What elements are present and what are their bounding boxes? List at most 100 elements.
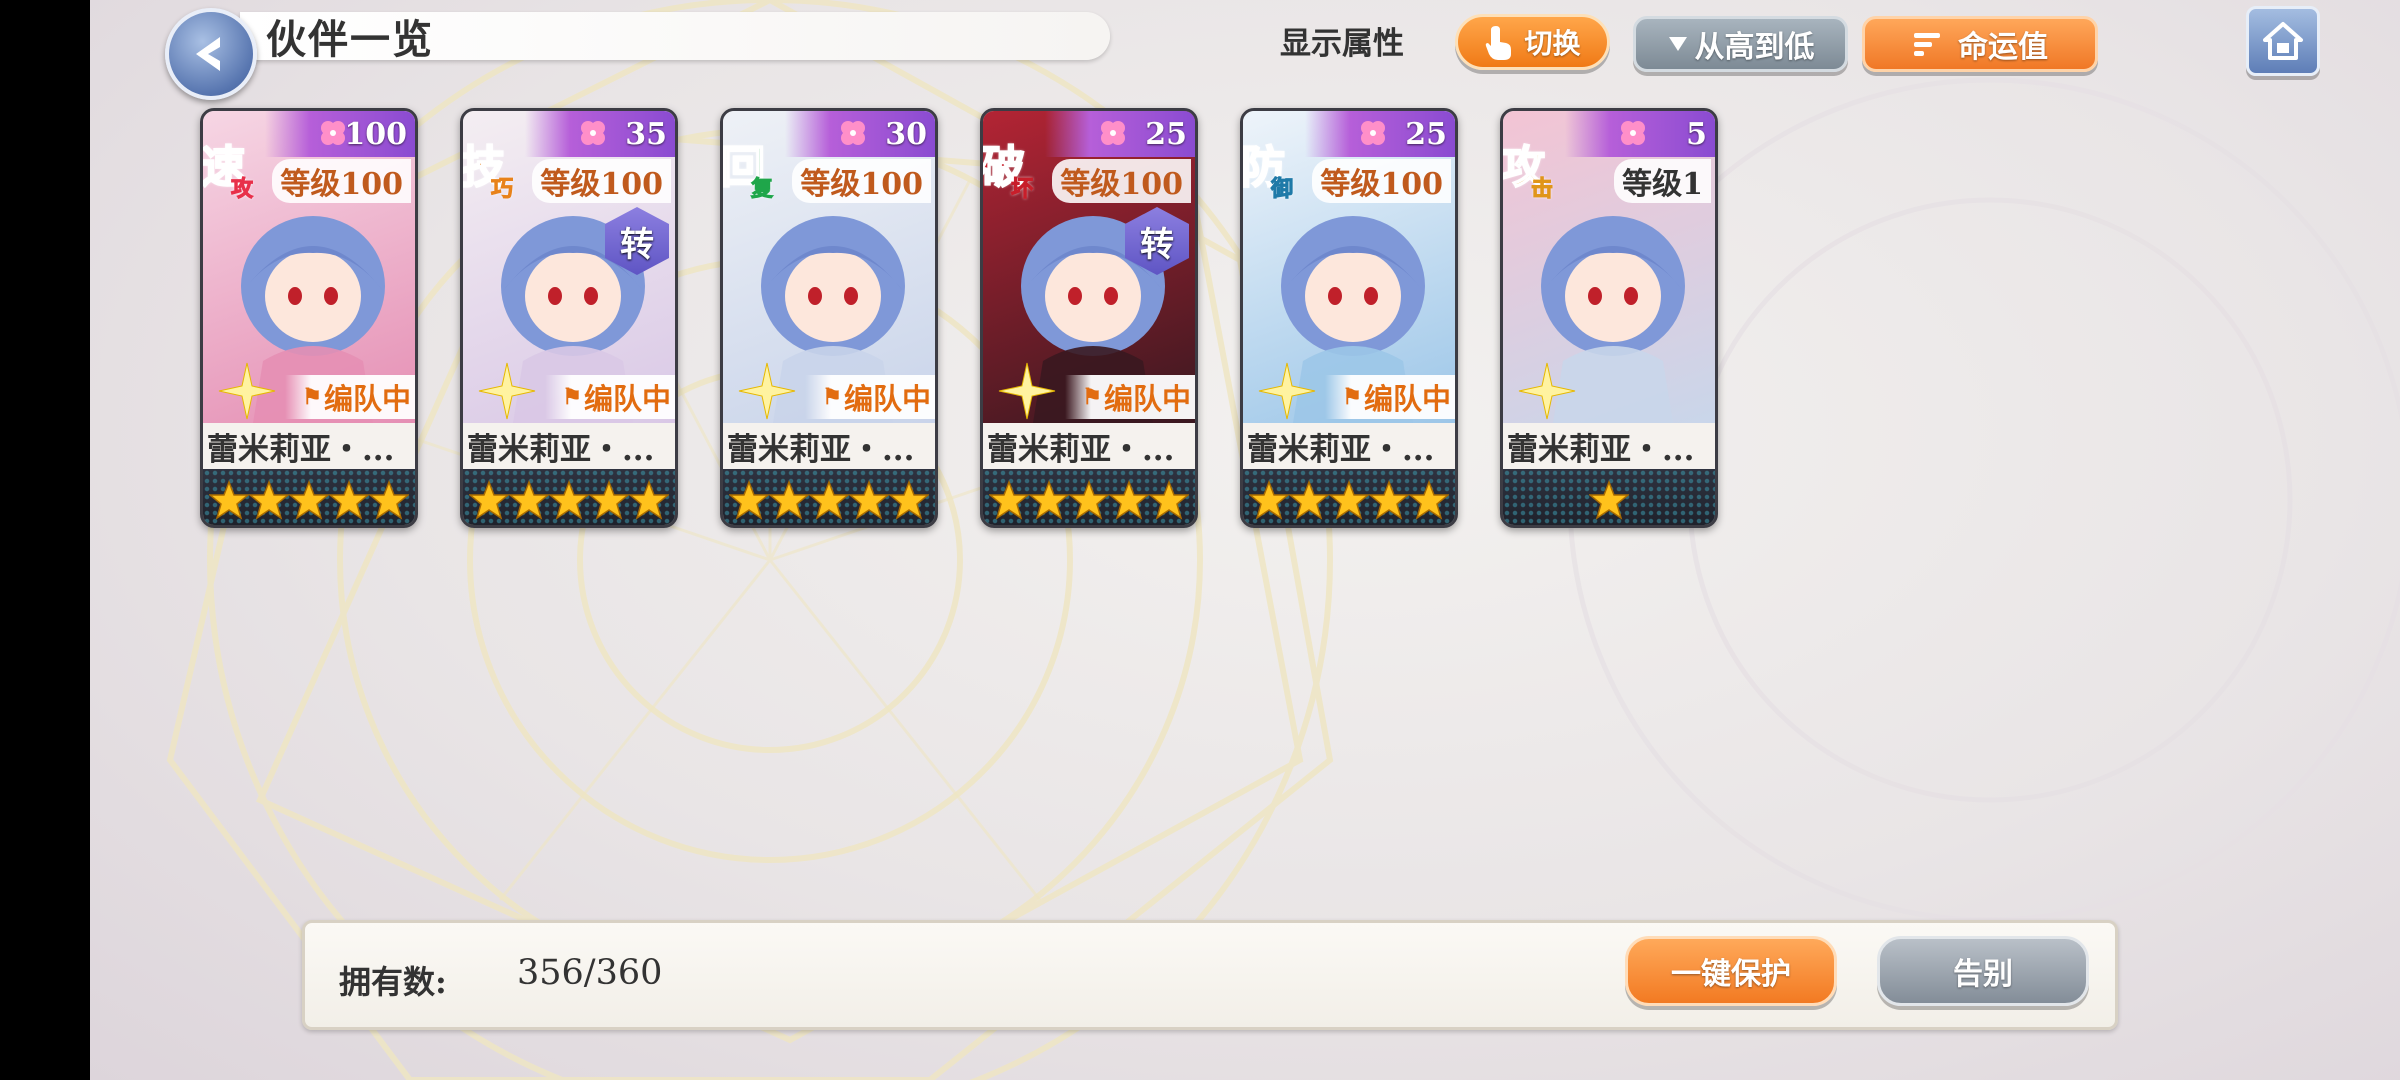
- star-icon: [329, 480, 369, 520]
- star-icon: [889, 480, 929, 520]
- rarity-stars: [1243, 469, 1455, 525]
- page-title-bar: 伙伴一览: [240, 12, 1110, 63]
- star-icon: [369, 480, 409, 520]
- flag-icon: ⚑: [562, 384, 582, 410]
- in-team-label: 编队中: [583, 382, 671, 416]
- home-button[interactable]: [2246, 6, 2320, 76]
- star-icon: [289, 480, 329, 520]
- fate-value: 35: [625, 116, 667, 152]
- star-icon: [509, 480, 549, 520]
- rarity-stars: [463, 469, 675, 525]
- sparkle-icon: [478, 362, 536, 420]
- fate-value-strip: 5: [1565, 111, 1715, 157]
- attribute-badge: 回复: [723, 131, 774, 203]
- pointer-hand-icon: [1486, 26, 1512, 60]
- fate-value: 5: [1686, 116, 1707, 152]
- attribute-sub-glyph: 攻: [230, 176, 254, 203]
- clover-icon: [321, 121, 345, 145]
- star-icon: [589, 480, 629, 520]
- star-icon: [809, 480, 849, 520]
- star-icon: [769, 480, 809, 520]
- level-tag: 等级100: [792, 159, 931, 203]
- star-icon: [1589, 480, 1629, 520]
- back-button[interactable]: [165, 8, 257, 100]
- flag-icon: ⚑: [1342, 384, 1362, 410]
- character-name: 蕾米莉亚・...: [203, 423, 415, 469]
- clover-icon: [1361, 121, 1385, 145]
- character-name: 蕾米莉亚・...: [1243, 423, 1455, 469]
- sort-order-button[interactable]: 从高到低: [1633, 16, 1848, 72]
- star-icon: [1029, 480, 1069, 520]
- attribute-badge: 速攻: [203, 131, 254, 203]
- attribute-sub-glyph: 坏: [1010, 176, 1034, 203]
- attribute-sub-glyph: 巧: [490, 176, 514, 203]
- star-icon: [249, 480, 289, 520]
- star-icon: [629, 480, 669, 520]
- farewell-button[interactable]: 告别: [1877, 936, 2089, 1006]
- in-team-tag: ⚑ 编队中: [1065, 375, 1195, 419]
- character-name: 蕾米莉亚・...: [723, 423, 935, 469]
- level-tag: 等级1: [1614, 159, 1711, 203]
- attribute-badge: 攻击: [1503, 131, 1554, 203]
- flag-icon: ⚑: [302, 384, 322, 410]
- character-name: 蕾米莉亚・...: [1503, 423, 1715, 469]
- sort-by-fate-button[interactable]: 命运值: [1862, 16, 2098, 72]
- in-team-label: 编队中: [323, 382, 411, 416]
- flag-icon: ⚑: [822, 384, 842, 410]
- partner-card[interactable]: 25 等级100 破坏转 ⚑ 编队中 蕾米莉亚・...: [980, 108, 1198, 528]
- one-click-protect-button[interactable]: 一键保护: [1625, 936, 1837, 1006]
- star-icon: [1249, 480, 1289, 520]
- screen-letterbox: [0, 0, 90, 1080]
- flag-icon: ⚑: [1082, 384, 1102, 410]
- sparkle-icon: [218, 362, 276, 420]
- fate-value-strip: 25: [1045, 111, 1195, 157]
- home-icon: [2263, 22, 2303, 60]
- rarity-stars: [1503, 469, 1715, 525]
- sparkle-icon: [1518, 362, 1576, 420]
- sparkle-icon: [738, 362, 796, 420]
- fate-value: 25: [1405, 116, 1447, 152]
- owned-count-label: 拥有数:: [339, 963, 447, 1001]
- sparkle-icon: [998, 362, 1056, 420]
- clover-icon: [1101, 121, 1125, 145]
- attribute-sub-glyph: 击: [1530, 176, 1554, 203]
- star-icon: [1149, 480, 1189, 520]
- star-icon: [1289, 480, 1329, 520]
- character-name: 蕾米莉亚・...: [983, 423, 1195, 469]
- display-attribute-label: 显示属性: [1280, 26, 1404, 62]
- star-icon: [989, 480, 1029, 520]
- star-icon: [1069, 480, 1109, 520]
- in-team-tag: ⚑ 编队中: [1325, 375, 1455, 419]
- star-icon: [1369, 480, 1409, 520]
- star-icon: [849, 480, 889, 520]
- partner-card[interactable]: 100 等级100 速攻 ⚑ 编队中 蕾米莉亚・...: [200, 108, 418, 528]
- fate-value-strip: 25: [1305, 111, 1455, 157]
- partner-card[interactable]: 25 等级100 防御 ⚑ 编队中 蕾米莉亚・...: [1240, 108, 1458, 528]
- in-team-label: 编队中: [843, 382, 931, 416]
- character-name: 蕾米莉亚・...: [463, 423, 675, 469]
- partner-card[interactable]: 5 等级1 攻击蕾米莉亚・...: [1500, 108, 1718, 528]
- sort-lines-icon: [1914, 33, 1940, 56]
- partner-card[interactable]: 35 等级100 技巧转 ⚑ 编队中 蕾米莉亚・...: [460, 108, 678, 528]
- page-title: 伙伴一览: [266, 16, 434, 63]
- switch-attribute-button[interactable]: 切换: [1455, 14, 1610, 70]
- clover-icon: [1621, 121, 1645, 145]
- owned-count-value: 356/360: [517, 953, 663, 993]
- star-icon: [1329, 480, 1369, 520]
- partner-card[interactable]: 30 等级100 回复 ⚑ 编队中 蕾米莉亚・...: [720, 108, 938, 528]
- fate-value: 30: [885, 116, 927, 152]
- protect-label: 一键保护: [1671, 957, 1791, 992]
- fate-sort-label: 命运值: [1958, 30, 2048, 65]
- in-team-tag: ⚑ 编队中: [805, 375, 935, 419]
- attribute-badge: 破坏: [983, 131, 1034, 203]
- in-team-tag: ⚑ 编队中: [285, 375, 415, 419]
- farewell-label: 告别: [1953, 957, 2013, 992]
- triangle-down-icon: [1668, 37, 1687, 51]
- attribute-badge: 防御: [1243, 131, 1294, 203]
- in-team-tag: ⚑ 编队中: [545, 375, 675, 419]
- rarity-stars: [203, 469, 415, 525]
- back-arrow-icon: [196, 37, 220, 71]
- fate-value-strip: 30: [785, 111, 935, 157]
- star-icon: [1409, 480, 1449, 520]
- attribute-badge: 技巧: [463, 131, 514, 203]
